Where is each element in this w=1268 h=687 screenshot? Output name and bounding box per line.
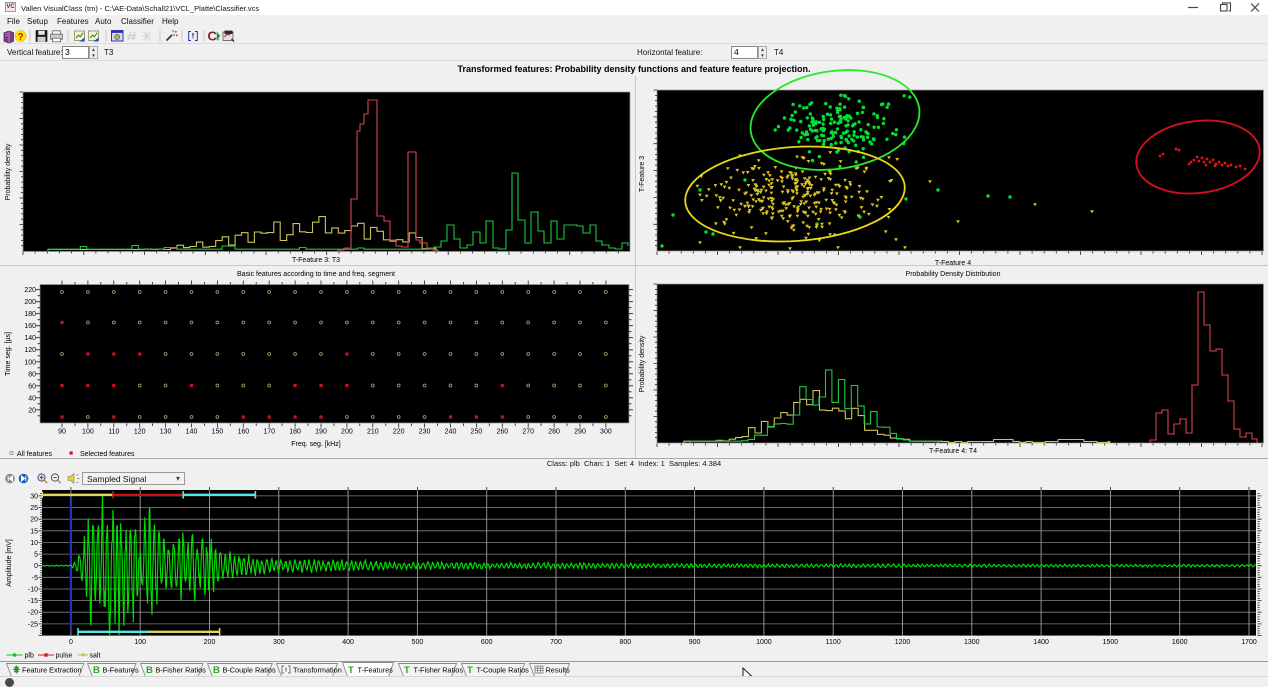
svg-text:Amplitude [mV]: Amplitude [mV] — [6, 539, 13, 587]
svg-text:120: 120 — [134, 429, 146, 436]
svg-text:600: 600 — [481, 639, 493, 646]
svg-text:260: 260 — [496, 429, 508, 436]
svg-text:-5: -5 — [32, 575, 38, 582]
svg-text:T-Fisher Ratios: T-Fisher Ratios — [414, 666, 464, 675]
svg-text:T-Feature 3: T-Feature 3 — [639, 156, 646, 192]
svg-text:?: ? — [17, 32, 23, 43]
svg-text:80: 80 — [28, 371, 36, 378]
svg-text:1000: 1000 — [756, 639, 772, 646]
svg-text:plb: plb — [25, 653, 34, 660]
svg-text:180: 180 — [289, 429, 301, 436]
svg-text:1400: 1400 — [1033, 639, 1049, 646]
svg-text:Probability density: Probability density — [639, 335, 646, 392]
svg-text:90: 90 — [58, 429, 66, 436]
svg-text:270: 270 — [522, 429, 534, 436]
svg-text:T: T — [467, 665, 473, 676]
svg-text:B: B — [213, 665, 220, 676]
svg-text:1200: 1200 — [895, 639, 911, 646]
svg-text:230: 230 — [419, 429, 431, 436]
svg-text:B: B — [93, 665, 100, 676]
svg-text:130: 130 — [160, 429, 172, 436]
svg-text:140: 140 — [24, 335, 36, 342]
svg-text:900: 900 — [689, 639, 701, 646]
svg-text:Feature Extraction: Feature Extraction — [22, 666, 82, 675]
svg-text:300: 300 — [600, 429, 612, 436]
svg-text:250: 250 — [471, 429, 483, 436]
svg-text:Freq. seg. [kHz]: Freq. seg. [kHz] — [291, 441, 340, 448]
svg-text:Probability density: Probability density — [5, 143, 12, 200]
svg-text:800: 800 — [619, 639, 631, 646]
svg-text:200: 200 — [341, 429, 353, 436]
svg-text:40: 40 — [28, 395, 36, 402]
svg-text:-10: -10 — [28, 587, 38, 594]
svg-text:T-Couple Ratios: T-Couple Ratios — [477, 666, 530, 675]
svg-text:100: 100 — [24, 359, 36, 366]
svg-text:160: 160 — [24, 323, 36, 330]
svg-text:1700: 1700 — [1241, 639, 1257, 646]
svg-text:pulse: pulse — [56, 653, 73, 660]
svg-text:30: 30 — [30, 493, 38, 500]
svg-text:Results: Results — [546, 666, 571, 675]
svg-text:C: C — [208, 29, 218, 44]
svg-text:200: 200 — [204, 639, 216, 646]
svg-text:T: T — [348, 665, 354, 676]
svg-text:salt: salt — [90, 653, 101, 660]
svg-text:210: 210 — [367, 429, 379, 436]
svg-text:-25: -25 — [28, 621, 38, 628]
svg-text:Selected features: Selected features — [80, 451, 135, 458]
svg-text:B-Features: B-Features — [103, 666, 139, 675]
svg-text:280: 280 — [548, 429, 560, 436]
svg-text:0: 0 — [69, 639, 73, 646]
svg-text:290: 290 — [574, 429, 586, 436]
svg-text:500: 500 — [412, 639, 424, 646]
svg-text:B-Couple Ratios: B-Couple Ratios — [223, 666, 276, 675]
svg-text:220: 220 — [24, 287, 36, 294]
svg-text:200: 200 — [24, 299, 36, 306]
svg-text:T: T — [404, 665, 410, 676]
svg-text:1100: 1100 — [826, 639, 841, 646]
svg-text:1600: 1600 — [1172, 639, 1188, 646]
svg-text:0: 0 — [34, 563, 38, 570]
svg-text:T-Feature 3: T3: T-Feature 3: T3 — [292, 257, 340, 264]
svg-text:B: B — [146, 665, 153, 676]
svg-text:110: 110 — [108, 429, 119, 436]
svg-text:25: 25 — [30, 505, 38, 512]
svg-text:120: 120 — [24, 347, 36, 354]
svg-text:160: 160 — [237, 429, 249, 436]
svg-text:60: 60 — [28, 383, 36, 390]
svg-text:240: 240 — [445, 429, 457, 436]
svg-text:Probability Density Distributi: Probability Density Distribution — [906, 271, 1001, 278]
svg-text:All features: All features — [17, 451, 53, 458]
svg-text:5: 5 — [34, 552, 38, 559]
svg-text:150: 150 — [212, 429, 224, 436]
svg-text:-15: -15 — [28, 598, 38, 605]
svg-text:T-Features: T-Features — [358, 666, 394, 675]
svg-text:220: 220 — [393, 429, 405, 436]
svg-text:700: 700 — [550, 639, 562, 646]
svg-text:400: 400 — [342, 639, 354, 646]
svg-text:170: 170 — [263, 429, 275, 436]
svg-text:15: 15 — [30, 528, 38, 535]
svg-text:20: 20 — [30, 517, 38, 524]
svg-text:Transformation: Transformation — [293, 666, 342, 675]
svg-text:-20: -20 — [28, 610, 38, 617]
svg-text:Time seg. [µs]: Time seg. [µs] — [5, 332, 12, 376]
svg-text:1300: 1300 — [964, 639, 980, 646]
svg-text:20: 20 — [28, 407, 36, 414]
svg-text:10: 10 — [30, 540, 38, 547]
svg-text:140: 140 — [186, 429, 198, 436]
svg-text:Basic features according to ti: Basic features according to time and fre… — [237, 271, 395, 278]
svg-text:180: 180 — [24, 311, 36, 318]
svg-text:T-Feature 4: T4: T-Feature 4: T4 — [929, 448, 977, 455]
svg-text:B-Fisher Ratios: B-Fisher Ratios — [156, 666, 207, 675]
svg-text:100: 100 — [82, 429, 94, 436]
svg-text:300: 300 — [273, 639, 285, 646]
svg-text:1500: 1500 — [1103, 639, 1119, 646]
svg-text:100: 100 — [134, 639, 146, 646]
svg-text:190: 190 — [315, 429, 327, 436]
